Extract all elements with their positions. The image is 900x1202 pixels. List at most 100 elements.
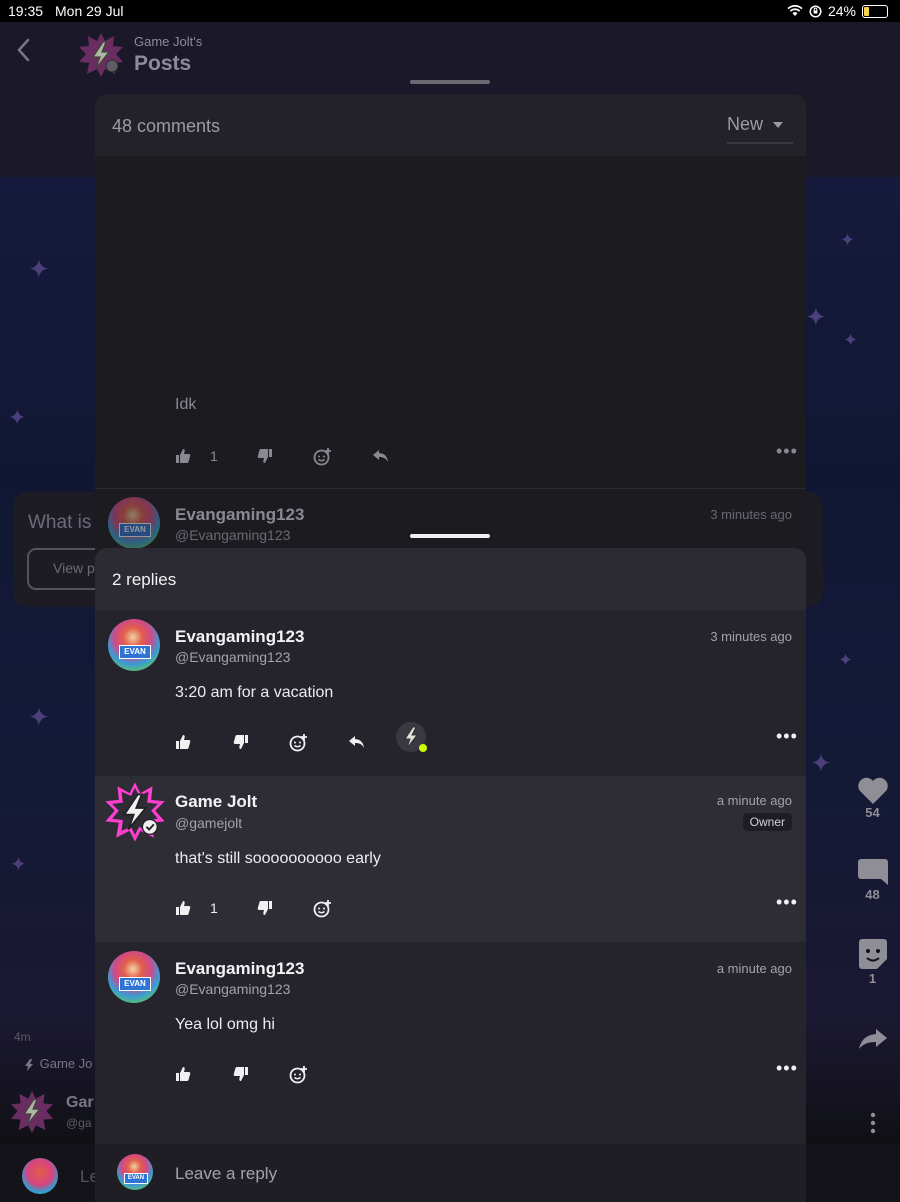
sort-select[interactable]: New	[727, 114, 793, 144]
add-sticker-button[interactable]	[289, 1062, 308, 1086]
owner-badge: Owner	[742, 813, 792, 831]
like-button[interactable]	[175, 444, 191, 468]
sticker-add-icon	[289, 733, 308, 752]
comment-author-name[interactable]: Evangaming123	[175, 627, 304, 647]
dislike-button[interactable]	[257, 896, 273, 920]
reply-input[interactable]: Leave a reply	[175, 1164, 277, 1184]
dislike-button[interactable]	[233, 1062, 249, 1086]
post-more-button[interactable]	[850, 1112, 895, 1134]
comment-author-name[interactable]: Evangaming123	[175, 959, 304, 979]
post-author-avatar[interactable]	[10, 1090, 54, 1134]
thumbs-up-icon	[175, 448, 191, 464]
avatar[interactable]: EVAN	[108, 951, 160, 1003]
comment-author-handle: @gamejolt	[175, 815, 243, 831]
comment-timestamp: a minute ago	[716, 793, 792, 808]
post-card-text: What is	[28, 512, 92, 533]
avatar[interactable]: EVAN	[108, 497, 160, 549]
battery-percent: 24%	[827, 3, 856, 19]
comment-author-handle: @Evangaming123	[175, 649, 291, 665]
avatar	[22, 1158, 58, 1194]
sticker-icon	[850, 937, 895, 971]
add-sticker-button[interactable]	[313, 896, 332, 920]
status-bar: 19:35 Mon 29 Jul 24%	[0, 0, 900, 22]
back-chevron-icon[interactable]	[16, 38, 38, 68]
dislike-button[interactable]	[257, 444, 273, 468]
comments-sheet-header: 48 comments New	[95, 94, 806, 156]
heart-icon	[850, 777, 895, 805]
replier-avatar[interactable]	[395, 722, 429, 752]
like-count: 1	[210, 900, 218, 916]
post-age: 4m	[14, 1030, 31, 1044]
like-button[interactable]	[175, 896, 191, 920]
avatar[interactable]: EVAN	[108, 619, 160, 671]
comment-bubble-icon	[850, 857, 895, 887]
like-count: 54	[865, 805, 880, 820]
reply-arrow-icon	[372, 449, 389, 463]
status-time: 19:35	[8, 3, 44, 19]
sparkle-icon: ✦	[28, 702, 50, 732]
sparkle-icon: ✦	[28, 254, 50, 284]
chevron-down-icon	[773, 122, 783, 128]
like-button[interactable]	[175, 1062, 191, 1086]
share-arrow-icon	[850, 1027, 895, 1051]
replies-sheet-header: 2 replies	[95, 548, 806, 610]
comment-author-handle: @Evangaming123	[175, 981, 291, 997]
comment-more-button[interactable]: •••	[776, 441, 798, 462]
like-button[interactable]	[175, 730, 191, 754]
sticker-add-icon	[289, 1065, 308, 1084]
thumbs-down-icon	[233, 1066, 249, 1082]
avatar[interactable]	[104, 781, 166, 843]
like-post-button[interactable]: 54	[850, 777, 895, 820]
avatar: EVAN	[117, 1154, 153, 1190]
sparkle-icon: ✦	[810, 748, 832, 778]
game-jolt-logo	[78, 32, 124, 78]
divider	[95, 488, 806, 489]
sparkle-icon: ✦	[838, 650, 854, 670]
dislike-button[interactable]	[233, 730, 249, 754]
stickers-button[interactable]: 1	[850, 937, 895, 986]
post-author-handle: @ga	[66, 1116, 92, 1130]
avatar-tag: EVAN	[124, 1173, 148, 1184]
reply-item: EVAN Evangaming123 @Evangaming123 a minu…	[95, 942, 806, 1108]
replies-sheet-grabber[interactable]	[410, 534, 490, 538]
reply-input-bar: EVAN Leave a reply	[95, 1144, 806, 1202]
sheet-grabber[interactable]	[410, 80, 490, 84]
header-subtitle: Game Jolt's	[134, 34, 203, 49]
comment-author-handle: @Evangaming123	[175, 527, 291, 543]
comment-author-name[interactable]: Game Jolt	[175, 792, 257, 812]
like-count: 1	[210, 448, 218, 464]
add-sticker-button[interactable]	[289, 730, 308, 754]
vertical-dots-icon	[850, 1112, 895, 1134]
add-sticker-button[interactable]	[313, 444, 332, 468]
replies-sheet: 2 replies EVAN Evangaming123 @Evangaming…	[95, 548, 806, 1202]
comment-timestamp: a minute ago	[716, 961, 792, 976]
share-button[interactable]	[850, 1027, 895, 1051]
parent-comment: EVAN Evangaming123 @Evangaming123 3 minu…	[95, 610, 806, 776]
comment-more-button[interactable]: •••	[776, 726, 798, 747]
post-game-name: Game Jo	[39, 1056, 93, 1071]
status-date: Mon 29 Jul	[55, 3, 124, 19]
comment-more-button[interactable]: •••	[776, 1058, 798, 1079]
avatar-tag: EVAN	[119, 977, 151, 991]
post-game-link[interactable]: Game Jo	[22, 1056, 92, 1072]
sticker-add-icon	[313, 899, 332, 918]
comments-button[interactable]: 48	[850, 857, 895, 902]
reply-arrow-icon	[348, 735, 365, 749]
sort-value: New	[727, 114, 764, 134]
comment-more-button[interactable]: •••	[776, 892, 798, 913]
reply-button[interactable]	[348, 730, 365, 754]
orientation-lock-icon	[809, 4, 822, 18]
comment-text: Idk	[175, 396, 197, 413]
replies-count-title: 2 replies	[112, 570, 177, 589]
reply-button[interactable]	[372, 444, 389, 468]
post-author-name: Gar	[66, 1094, 94, 1111]
comment-timestamp: 3 minutes ago	[710, 507, 792, 522]
comment-text: Yea lol omg hi	[175, 1016, 275, 1033]
sticker-count: 1	[868, 971, 877, 986]
avatar-tag: EVAN	[119, 645, 151, 659]
comment-text: 3:20 am for a vacation	[175, 684, 334, 701]
sparkle-icon: ✦	[843, 330, 859, 350]
comment-author-name[interactable]: Evangaming123	[175, 505, 304, 525]
comment-text: that's still soooooooooo early	[175, 850, 381, 867]
reply-item: Game Jolt @gamejolt a minute ago Owner t…	[95, 776, 806, 942]
